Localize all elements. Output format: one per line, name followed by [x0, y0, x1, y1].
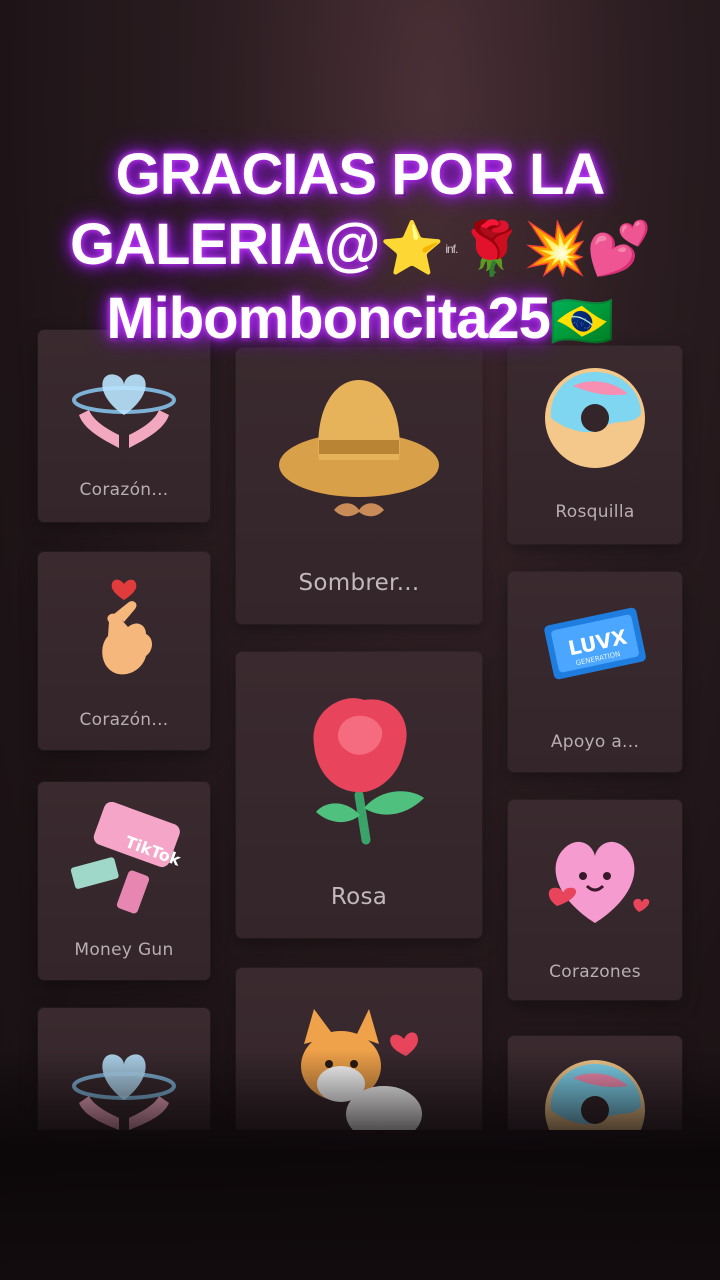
brazil-flag-icon: 🇧🇷 — [549, 293, 615, 352]
gift-card-ticket[interactable]: LUVX GENERATION Apoyo a... — [508, 572, 682, 772]
donut-icon — [508, 366, 682, 471]
gift-card-money-gun[interactable]: TikTok Money Gun — [38, 782, 210, 980]
gift-card-donut-2[interactable] — [508, 1036, 682, 1130]
caption-galeria: GALERIA@ — [70, 212, 381, 277]
heart-hands-icon — [38, 360, 210, 455]
gift-card-donut[interactable]: Rosquilla — [508, 346, 682, 544]
gift-card-hearts[interactable]: Corazones — [508, 800, 682, 1000]
cowboy-hat-icon — [236, 370, 482, 535]
money-gun-icon: TikTok — [38, 802, 210, 917]
gift-card-finger-heart[interactable]: Corazón... — [38, 552, 210, 750]
star-icon: ⭐ — [379, 219, 445, 278]
gift-card-cowboy-hat[interactable]: Sombrer... — [236, 348, 482, 624]
corgi-icon — [236, 1004, 482, 1130]
hearts-icon — [508, 828, 682, 928]
rose-icon — [236, 690, 482, 850]
gift-card-corgi[interactable] — [236, 968, 482, 1130]
caption-small-text: inf. — [445, 241, 458, 256]
two-hearts-icon: 💕 — [586, 219, 652, 278]
gift-label: Rosa — [330, 884, 388, 910]
ticket-icon: LUVX GENERATION — [508, 598, 682, 688]
gift-card-heart-hands-2[interactable] — [38, 1008, 210, 1130]
finger-heart-icon — [38, 572, 210, 687]
donut-icon — [508, 1058, 682, 1130]
gift-label: Money Gun — [74, 940, 174, 960]
gift-label: Corazón... — [79, 710, 169, 730]
gift-label: Apoyo a... — [550, 732, 640, 752]
gift-card-rose[interactable]: Rosa — [236, 652, 482, 938]
caption-line-2: GALERIA@⭐ inf.🌹💥💕 — [40, 210, 680, 284]
rose-emoji-icon: 🌹 — [459, 219, 524, 278]
gift-label: Sombrer... — [298, 570, 420, 596]
caption-line-3: Mibomboncita25🇧🇷 — [40, 284, 680, 358]
caption-username: Mibomboncita25 — [106, 285, 551, 351]
gift-label: Corazón... — [79, 480, 169, 500]
gift-card-heart-hands[interactable]: Corazón... — [38, 330, 210, 522]
heart-hands-icon — [38, 1038, 210, 1130]
gift-label: Corazones — [549, 962, 641, 982]
overlay-caption: GRACIAS POR LA GALERIA@⭐ inf.🌹💥💕 Mibombon… — [40, 140, 680, 357]
caption-line-1: GRACIAS POR LA — [115, 142, 606, 207]
collision-icon: 💥 — [523, 219, 588, 278]
gift-label: Rosquilla — [555, 502, 635, 522]
